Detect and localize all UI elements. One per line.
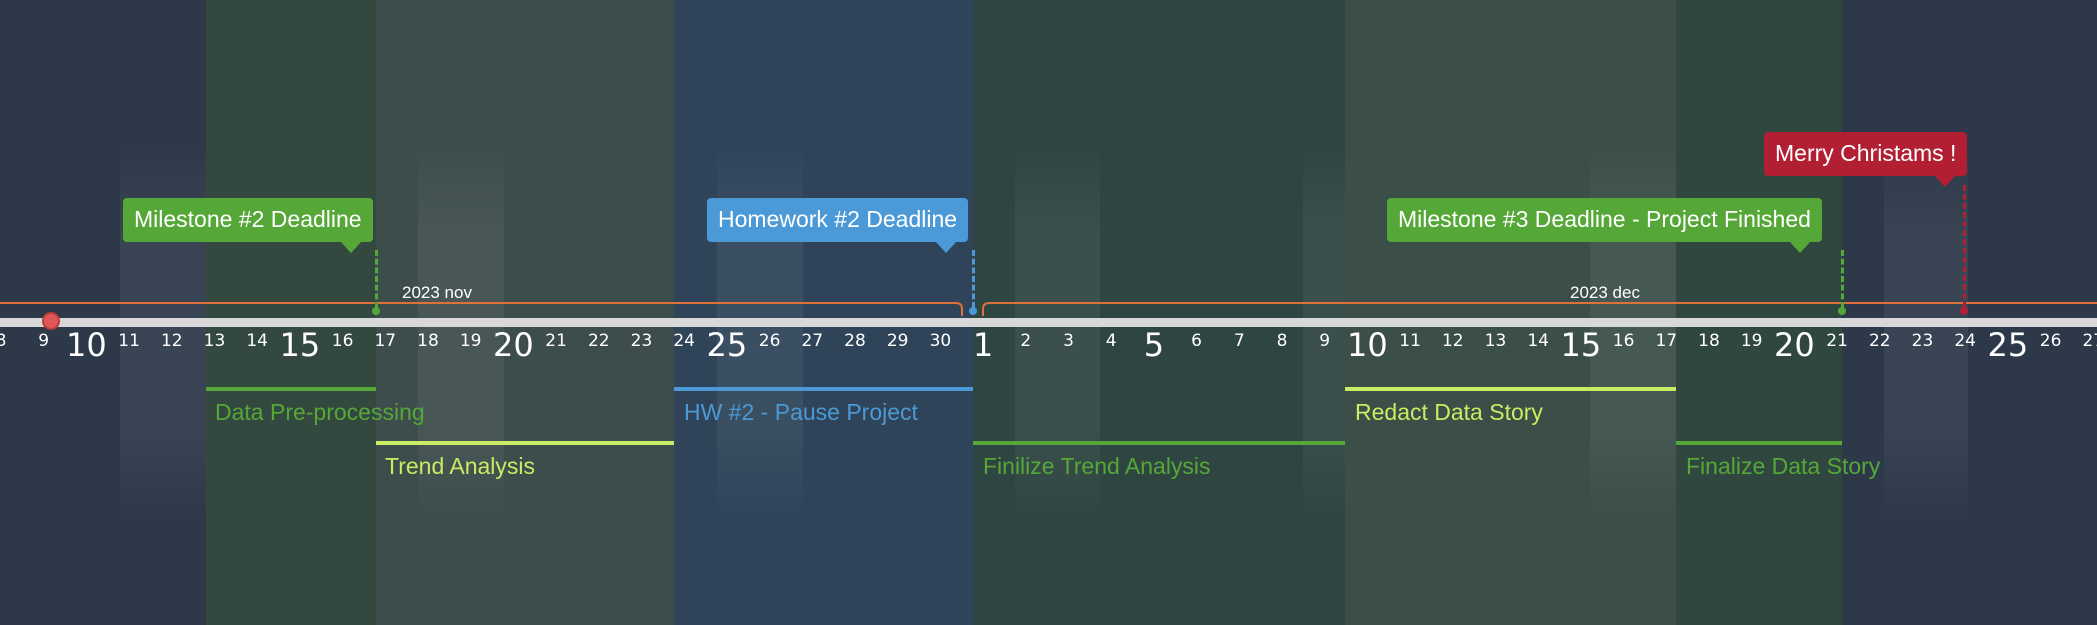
christmas-milestone[interactable]: Merry Christams ! (1764, 132, 1968, 187)
day-tick-label: 14 (1527, 331, 1550, 351)
day-tick-label: 4 (1105, 331, 1117, 351)
day-tick-label: 11 (1399, 331, 1421, 351)
task-bar-finilize-trend[interactable] (973, 441, 1345, 445)
day-tick-label: 7 (1233, 331, 1245, 351)
day-tick-label: 8 (0, 331, 7, 351)
day-tick-label: 20 (1774, 326, 1815, 364)
day-tick-label: 24 (673, 331, 696, 351)
milestone-dot (969, 307, 977, 315)
milestone-3-deadline[interactable]: Milestone #3 Deadline - Project Finished (1387, 198, 1822, 253)
milestone-dot (1960, 307, 1968, 315)
day-tick-label: 17 (1655, 331, 1678, 351)
day-tick-label: 21 (1826, 331, 1848, 351)
day-tick-label: 20 (493, 326, 534, 364)
day-tick-label: 9 (38, 331, 50, 351)
day-tick-label: 6 (1191, 331, 1203, 351)
day-tick-label: 15 (279, 326, 321, 364)
milestone-dot (1838, 307, 1846, 315)
day-tick-label: 19 (1740, 331, 1763, 351)
month-bracket-lines (0, 302, 2097, 316)
day-tick-label: 21 (545, 331, 567, 351)
day-tick-label: 24 (1954, 331, 1977, 351)
day-tick-label: 27 (2082, 331, 2097, 351)
day-tick-label: 26 (758, 331, 781, 351)
homework-2-deadline[interactable]: Homework #2 Deadline (707, 198, 969, 253)
milestone-stem (1963, 185, 1966, 308)
task-label-trend-analysis[interactable]: Trend Analysis (385, 453, 535, 480)
task-label-finalize-story[interactable]: Finalize Data Story (1686, 453, 1880, 480)
day-tick-label: 1 (972, 326, 994, 364)
day-tick-label: 22 (1868, 331, 1891, 351)
task-label-finilize-trend[interactable]: Finilize Trend Analysis (983, 453, 1211, 480)
milestone-dot (372, 307, 380, 315)
day-tick-label: 29 (886, 331, 909, 351)
task-bar-data-preprocessing[interactable] (206, 387, 376, 391)
day-tick-label: 30 (929, 331, 952, 351)
day-tick-label: 8 (1276, 331, 1288, 351)
day-tick-label: 26 (2039, 331, 2062, 351)
day-tick-label: 11 (118, 331, 140, 351)
task-bar-hw2[interactable] (674, 387, 973, 391)
day-tick-label: 9 (1319, 331, 1331, 351)
day-tick-label: 16 (331, 331, 354, 351)
day-tick-label: 10 (1347, 326, 1388, 364)
day-tick-label: 28 (844, 331, 866, 351)
day-tick-label: 23 (1911, 331, 1934, 351)
day-tick-label: 22 (587, 331, 610, 351)
day-tick-label: 25 (706, 326, 748, 364)
timeline[interactable]: 2023 nov 2023 dec 8 9 10 11 12 13 14 15 16 17 18 19… (0, 0, 2097, 625)
task-bar-redact[interactable] (1345, 387, 1676, 391)
task-bar-finalize-story[interactable] (1676, 441, 1842, 445)
day-tick-label: 16 (1612, 331, 1635, 351)
day-tick-label: 27 (801, 331, 824, 351)
task-label-data-preprocessing[interactable]: Data Pre-processing (215, 399, 425, 426)
day-tick-label: 5 (1143, 326, 1165, 364)
month-label-dec: 2023 dec (1570, 283, 1640, 302)
milestone-2-deadline[interactable]: Milestone #2 Deadline (123, 198, 373, 253)
day-tick-label: 2 (1020, 331, 1032, 351)
day-tick-label: 18 (1698, 331, 1720, 351)
day-tick-label: 3 (1063, 331, 1074, 351)
task-label-hw2[interactable]: HW #2 - Pause Project (684, 399, 918, 426)
day-tick-label: 13 (203, 331, 226, 351)
day-tick-label: 17 (374, 331, 397, 351)
milestone-stem (972, 250, 975, 308)
day-tick-label: 18 (417, 331, 439, 351)
day-tick-label: 15 (1560, 326, 1602, 364)
day-tick-label: 14 (246, 331, 269, 351)
current-date-marker[interactable] (42, 312, 60, 330)
day-tick-label: 12 (1441, 331, 1464, 351)
day-tick-label: 13 (1484, 331, 1507, 351)
day-tick-label: 23 (630, 331, 653, 351)
day-tick-label: 19 (459, 331, 482, 351)
month-label-nov: 2023 nov (402, 283, 472, 302)
day-tick-label: 10 (66, 326, 107, 364)
day-tick-label: 25 (1987, 326, 2029, 364)
milestone-stem (1841, 250, 1844, 308)
task-label-redact[interactable]: Redact Data Story (1355, 399, 1543, 426)
task-bar-trend-analysis[interactable] (376, 441, 674, 445)
milestone-stem (375, 250, 378, 308)
day-tick-label: 12 (160, 331, 183, 351)
